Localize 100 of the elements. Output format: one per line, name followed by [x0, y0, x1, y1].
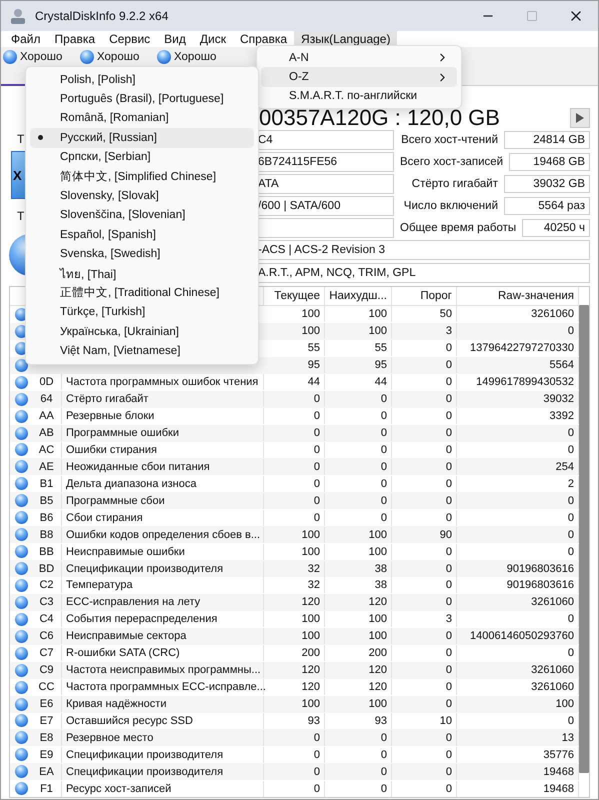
status-icon [80, 50, 94, 64]
menu-entry[interactable]: S.M.A.R.T. по-английски [261, 86, 457, 106]
attribute-id: C9 [32, 662, 62, 678]
table-cell: 0 [392, 679, 457, 696]
menu-entry[interactable]: Slovenščina, [Slovenian] [30, 206, 254, 226]
disk-status[interactable]: Хорошо [97, 51, 140, 63]
menu-item[interactable]: Файл [4, 31, 48, 47]
attribute-name: Частота программных ошибок чтения [62, 374, 264, 390]
status-icon [14, 578, 28, 592]
table-cell: 0 [325, 408, 392, 424]
column-header[interactable]: Наихудш... [325, 287, 392, 305]
stat-value: 19468 GB [509, 153, 590, 171]
table-cell: 100 [325, 628, 392, 644]
status-icon [14, 765, 28, 778]
table-cell: 0 [264, 425, 325, 442]
table-cell: 32 [264, 577, 325, 594]
menu-entry[interactable]: Türkçe, [Turkish] [30, 302, 254, 322]
menu-item[interactable]: Справка [232, 31, 294, 47]
stat-label: Всего хост-чтений [400, 134, 499, 146]
attribute-id: CC [32, 679, 62, 696]
table-cell: 120 [264, 594, 325, 610]
table-cell: 120 [264, 662, 325, 678]
temperature-label: Т [17, 208, 24, 225]
table-cell: 0 [392, 340, 457, 356]
table-cell: 0 [392, 357, 457, 374]
attribute-name: ECC-исправления на лету [62, 594, 264, 610]
status-icon [14, 714, 28, 728]
stat-value: 39032 GB [504, 175, 590, 193]
menu-item[interactable]: Сервис [102, 31, 158, 47]
attribute-name: События перераспределения [62, 611, 264, 628]
table-cell: 0 [392, 662, 457, 678]
menu-entry[interactable]: A-N [261, 48, 457, 68]
status-icon [14, 748, 28, 762]
attribute-id: C4 [32, 611, 62, 628]
status-icon [14, 562, 28, 576]
table-cell: 55 [325, 340, 392, 356]
table-cell: 0 [264, 408, 325, 424]
menu-item[interactable]: Вид [157, 31, 193, 47]
status-icon [14, 680, 28, 694]
table-cell: 0 [264, 780, 325, 797]
table-cell: 120 [264, 679, 325, 696]
table-cell: 100 [264, 628, 325, 644]
attribute-id: F1 [32, 780, 62, 797]
table-cell: 100 [264, 611, 325, 628]
table-cell: 100 [325, 306, 392, 322]
menu-entry[interactable]: O-Z [261, 67, 457, 87]
menu-item[interactable]: Правка [48, 31, 102, 47]
status-icon [14, 646, 28, 660]
attribute-name: Резервные блоки [62, 408, 264, 424]
table-cell: 95 [264, 357, 325, 374]
scrollbar-thumb[interactable] [579, 305, 589, 774]
menu-entry[interactable]: Українська, [Ukrainian] [30, 322, 254, 342]
table-cell: 0 [392, 696, 457, 712]
table-cell: 100 [264, 306, 325, 322]
table-cell: 0 [392, 374, 457, 390]
menu-entry[interactable]: ไทย, [Thai] [30, 264, 254, 284]
attribute-id: C2 [32, 577, 62, 594]
menu-item[interactable]: Диск [192, 31, 233, 47]
table-cell: 100 [325, 323, 392, 340]
column-header[interactable]: Текущее [264, 287, 325, 305]
app-icon [9, 7, 27, 25]
menu-entry[interactable]: Polish, [Polish] [30, 70, 254, 90]
column-header[interactable]: Raw-значения [457, 287, 579, 305]
next-disk-button[interactable] [570, 108, 590, 128]
attribute-id: AA [32, 408, 62, 424]
attribute-name: Стёрто гигабайт [62, 391, 264, 408]
status-icon [14, 596, 28, 609]
menu-entry[interactable]: Português (Brasil), [Portuguese] [30, 89, 254, 109]
status-icon [3, 50, 17, 64]
menu-entry[interactable]: 正體中文, [Traditional Chinese] [30, 283, 254, 303]
disk-status[interactable]: Хорошо [20, 51, 62, 63]
table-cell: 0 [392, 645, 457, 662]
menu-entry[interactable]: Română, [Romanian] [30, 108, 254, 128]
table-cell: 0 [325, 780, 392, 797]
menu-entry[interactable]: Русский, [Russian] [30, 128, 254, 148]
menu-entry[interactable]: Việt Nam, [Vietnamese] [30, 341, 254, 361]
table-cell: 38 [325, 577, 392, 594]
status-icon [14, 460, 28, 474]
status-icon [14, 545, 28, 558]
status-icon [14, 494, 28, 508]
column-header[interactable]: Порог [392, 287, 457, 305]
stat-label: Всего хост-записей [400, 156, 504, 168]
table-cell: 0 [325, 391, 392, 408]
attribute-id: AB [32, 425, 62, 442]
stat-label: Стёрто гигабайт [410, 178, 499, 190]
status-icon [14, 392, 28, 406]
menu-entry[interactable]: Svenska, [Swedish] [30, 244, 254, 264]
play-icon [575, 112, 585, 124]
table-cell: 100 [264, 696, 325, 712]
status-icon [14, 528, 28, 542]
table-cell: 44 [325, 374, 392, 390]
table-cell: 3 [392, 611, 457, 628]
status-icon [14, 630, 28, 643]
menu-entry[interactable]: Español, [Spanish] [30, 225, 254, 245]
table-cell: 120 [325, 679, 392, 696]
attribute-name: Частота программных ECC-исправле... [62, 679, 264, 696]
stat-value: 24814 GB [504, 131, 590, 149]
status-icon [14, 410, 28, 423]
attribute-name: Частота неисправимых программны... [62, 662, 264, 678]
disk-status[interactable]: Хорошо [174, 51, 216, 63]
